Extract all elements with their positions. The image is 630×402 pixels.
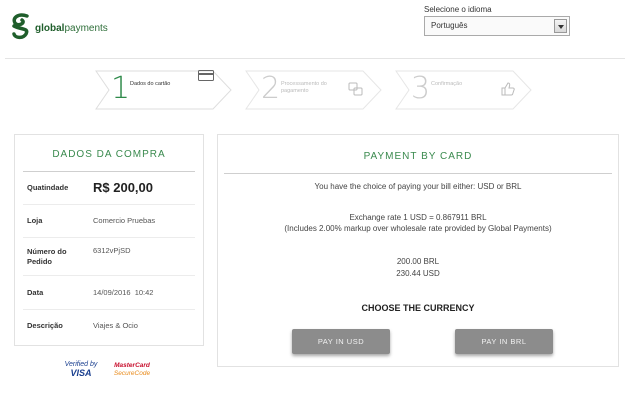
row-value: 6312vPjSD: [93, 246, 131, 255]
step-label: Processamento do pagamento: [281, 81, 327, 94]
language-selected-value: Português: [431, 21, 468, 30]
mastercard-text: MasterCard: [114, 362, 150, 369]
payment-title: PAYMENT BY CARD: [363, 151, 473, 162]
purchase-summary-panel: DADOS DA COMPRA Quatindade R$ 200,00 Loj…: [14, 134, 204, 346]
exchange-rate-text: Exchange rate 1 USD = 0.867911 BRL: [349, 213, 487, 222]
pay-in-brl-button[interactable]: PAY IN BRL: [455, 329, 553, 354]
step-confirmation: 3 Confirmação: [395, 70, 535, 110]
mastercard-securecode-logo: MasterCard SecureCode: [110, 362, 154, 378]
amount-usd: 230.44 USD: [396, 269, 440, 278]
purchase-row-description: Descrição Viajes & Ocio: [23, 310, 195, 342]
global-payments-logo: globalpayments: [10, 12, 108, 40]
payment-by-card-panel: PAYMENT BY CARD You have the choice of p…: [217, 134, 619, 367]
processing-icon: [348, 82, 363, 96]
title-divider: [224, 173, 612, 174]
visa-text: VISA: [70, 368, 92, 378]
row-label: Quatindade: [27, 183, 69, 192]
card-icon: [198, 70, 214, 81]
row-value: 14/09/2016 10:42: [93, 287, 154, 297]
row-label: Loja: [27, 216, 43, 225]
chevron-down-icon[interactable]: [554, 19, 567, 33]
choose-currency-heading: CHOOSE THE CURRENCY: [361, 303, 475, 313]
step-number: 3: [411, 71, 431, 106]
row-value: Viajes & Ocio: [93, 321, 138, 330]
verified-by-visa-logo: Verified by VISA: [60, 360, 102, 378]
row-label: Descrição: [27, 321, 63, 330]
purchase-row-order-number: Número do Pedido 6312vPjSD: [23, 238, 195, 276]
language-label: Selecione o idioma: [424, 5, 492, 14]
purchase-row-amount: Quatindade R$ 200,00: [23, 172, 195, 205]
markup-note-text: (Includes 2.00% markup over wholesale ra…: [284, 224, 552, 233]
step-label: Confirmação: [431, 81, 463, 87]
pay-in-usd-button[interactable]: PAY IN USD: [292, 329, 390, 354]
step-card-data: 1 Dados do cartão: [95, 70, 235, 110]
logo-mark-icon: [10, 12, 32, 40]
row-value: R$ 200,00: [93, 180, 153, 195]
securecode-text: SecureCode: [113, 370, 151, 377]
currency-choice-text: You have the choice of paying your bill …: [314, 182, 522, 191]
row-label: Número do Pedido: [27, 246, 67, 266]
step-processing: 2 Processamento do pagamento: [245, 70, 385, 110]
thumbs-up-icon: [501, 82, 515, 96]
purchase-row-store: Loja Comercio Pruebas: [23, 205, 195, 238]
step-label: Dados do cartão: [130, 81, 171, 87]
row-value: Comercio Pruebas: [93, 216, 156, 225]
purchase-row-date: Data 14/09/2016 10:42: [23, 276, 195, 310]
header-divider: [5, 58, 625, 59]
logo-text: globalpayments: [35, 22, 108, 34]
purchase-summary-title: DADOS DA COMPRA: [52, 149, 166, 160]
language-select[interactable]: Português: [424, 16, 570, 36]
step-number: 1: [111, 71, 131, 106]
amount-brl: 200.00 BRL: [396, 257, 440, 266]
row-label: Data: [27, 287, 44, 297]
step-number: 2: [261, 71, 281, 106]
